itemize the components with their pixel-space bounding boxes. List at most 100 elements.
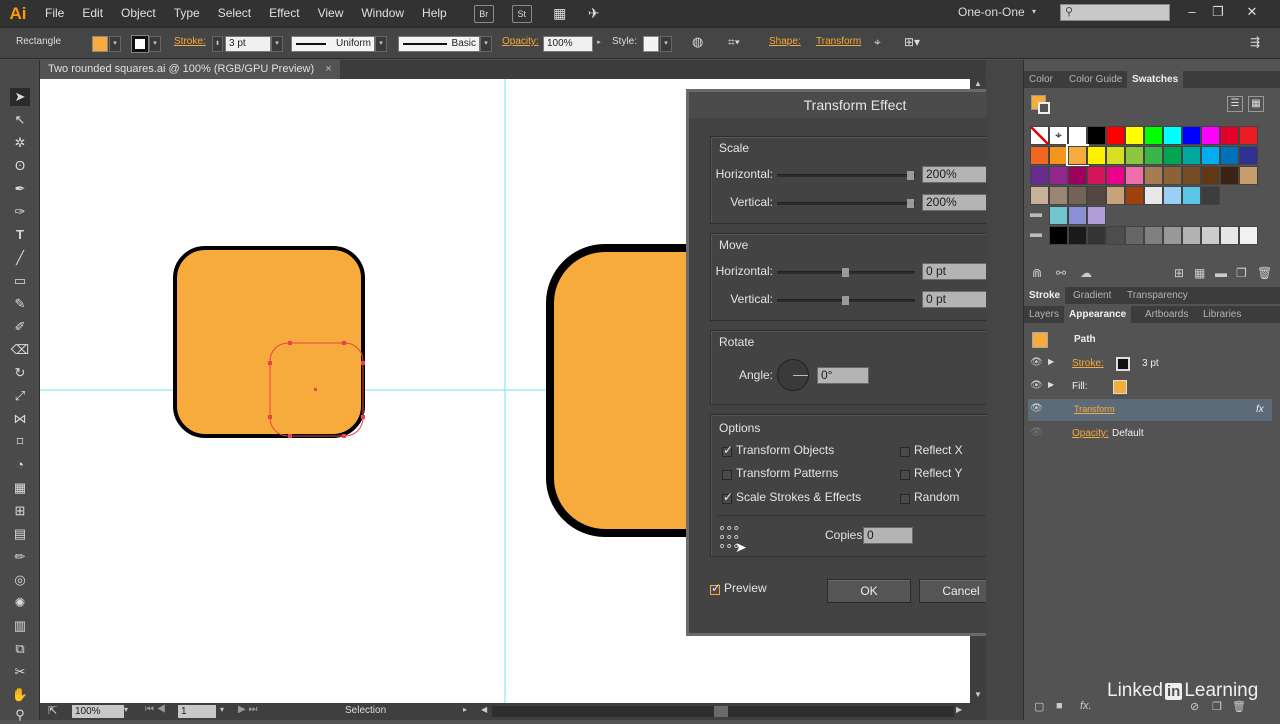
direct-selection-tool-icon[interactable]: ↖ — [10, 111, 30, 129]
eraser-tool-icon[interactable]: ⌫ — [10, 341, 30, 359]
random-checkbox[interactable] — [900, 494, 910, 504]
swatch[interactable] — [1220, 126, 1239, 145]
stroke-stepper[interactable]: ⬍ — [212, 36, 223, 52]
column-graph-tool-icon[interactable]: ▥ — [10, 617, 30, 635]
swatch[interactable] — [1030, 166, 1049, 185]
visibility-eye-icon[interactable]: 👁 — [1030, 380, 1043, 391]
shaper-tool-icon[interactable]: ✐ — [10, 318, 30, 336]
swatch[interactable] — [1144, 186, 1163, 205]
fill-swatch[interactable] — [92, 36, 108, 52]
visibility-eye-icon[interactable]: 👁 — [1030, 357, 1043, 368]
swatch[interactable] — [1163, 226, 1182, 245]
selection-tool-icon[interactable]: ➤ — [10, 88, 30, 106]
swatch[interactable] — [1049, 166, 1068, 185]
swatch-group-folder-icon[interactable]: ▬ — [1030, 226, 1049, 245]
align-grid-icon[interactable]: ⌗▾ — [728, 35, 740, 50]
gpu-performance-icon[interactable]: ✈ — [584, 5, 604, 23]
close-button[interactable]: ✕ — [1240, 2, 1264, 22]
new-color-group-icon[interactable]: ⊞ — [1174, 266, 1184, 280]
swatch[interactable] — [1182, 166, 1201, 185]
swatch[interactable] — [1201, 126, 1220, 145]
stroke-attribute-label[interactable]: Stroke: — [1072, 358, 1104, 369]
menu-view[interactable]: View — [309, 0, 353, 27]
restore-button[interactable]: ❐ — [1206, 2, 1230, 22]
menu-edit[interactable]: Edit — [73, 0, 112, 27]
swatch[interactable] — [1068, 226, 1087, 245]
zoom-field[interactable]: 100% — [72, 705, 124, 718]
mesh-tool-icon[interactable]: ⊞ — [10, 502, 30, 520]
swatch[interactable] — [1106, 146, 1125, 165]
paintbrush-tool-icon[interactable]: ✎ — [10, 295, 30, 313]
swatch[interactable] — [1201, 186, 1220, 205]
swatch-options-icon[interactable]: ☁ — [1080, 266, 1092, 280]
menu-effect[interactable]: Effect — [260, 0, 308, 27]
brush-dropdown[interactable]: ▾ — [480, 36, 492, 52]
list-view-icon[interactable]: ☰ — [1227, 96, 1243, 112]
scroll-left-icon[interactable]: ◀ — [481, 705, 487, 714]
swatch[interactable] — [1125, 126, 1144, 145]
eyedropper-tool-icon[interactable]: ✏ — [10, 548, 30, 566]
swatch[interactable] — [1125, 146, 1144, 165]
move-horizontal-field[interactable]: 0 pt — [922, 263, 992, 280]
visibility-eye-icon[interactable]: 👁 — [1030, 403, 1043, 414]
swatch-grid-icon[interactable]: ▦ — [1194, 266, 1205, 280]
swatch[interactable] — [1087, 226, 1106, 245]
scale-tool-icon[interactable]: ⤢ — [10, 387, 30, 405]
stroke-label[interactable]: Stroke: — [174, 36, 206, 47]
opacity-attribute-label[interactable]: Opacity: — [1072, 428, 1109, 439]
opacity-arrow[interactable]: ▸ — [593, 36, 605, 52]
arrange-documents-icon[interactable]: ▦ — [550, 5, 570, 23]
swatch[interactable] — [1106, 186, 1125, 205]
tab-appearance[interactable]: Appearance — [1064, 306, 1132, 323]
appearance-effect-row[interactable]: 👁 Transform fx — [1028, 399, 1272, 421]
swatch[interactable] — [1201, 226, 1220, 245]
swatch[interactable] — [1144, 126, 1163, 145]
expand-triangle-icon[interactable]: ▶ — [1048, 380, 1054, 389]
chevron-down-icon[interactable]: ▾ — [1032, 7, 1036, 16]
visibility-eye-icon[interactable]: 👁 — [1030, 427, 1043, 438]
angle-dial[interactable] — [777, 359, 809, 391]
new-swatch-icon[interactable]: ❐ — [1236, 266, 1247, 280]
swatch[interactable] — [1087, 206, 1106, 225]
tab-swatches[interactable]: Swatches — [1127, 71, 1184, 88]
close-tab-icon[interactable]: × — [325, 63, 331, 75]
swatch[interactable] — [1239, 166, 1258, 185]
swatch[interactable] — [1239, 146, 1258, 165]
zoom-tool-icon[interactable]: ⚲ — [10, 706, 30, 724]
swatch[interactable] — [1144, 166, 1163, 185]
stroke-color-swatch[interactable] — [1116, 357, 1130, 371]
move-vertical-slider[interactable] — [777, 296, 915, 305]
scale-vertical-field[interactable]: 200% — [922, 194, 992, 211]
delete-swatch-icon[interactable]: 🗑 — [1257, 266, 1272, 280]
arrange-icon[interactable]: ⊞▾ — [904, 35, 920, 49]
new-folder-icon[interactable]: ▬ — [1215, 266, 1227, 280]
swatch[interactable] — [1201, 146, 1220, 165]
swatch[interactable] — [1087, 146, 1106, 165]
workspace-switcher[interactable]: One-on-One — [958, 5, 1025, 19]
scroll-down-icon[interactable]: ▼ — [974, 690, 982, 699]
appearance-stroke-row[interactable]: 👁 ▶ Stroke: 3 pt — [1026, 353, 1272, 375]
menu-select[interactable]: Select — [209, 0, 260, 27]
swatch[interactable] — [1049, 226, 1068, 245]
swatch[interactable] — [1239, 226, 1258, 245]
first-artboard-icon[interactable]: ⏮ ◀ — [145, 704, 166, 715]
perspective-grid-tool-icon[interactable]: ▦ — [10, 479, 30, 497]
swatch[interactable] — [1087, 186, 1106, 205]
fill-color-swatch[interactable] — [1113, 380, 1127, 394]
status-menu-icon[interactable]: ▸ — [463, 705, 467, 714]
swatch[interactable] — [1125, 226, 1144, 245]
swatch[interactable] — [1068, 206, 1087, 225]
none-swatch[interactable] — [1030, 126, 1049, 145]
swatch[interactable] — [1163, 146, 1182, 165]
scale-vertical-slider[interactable] — [777, 199, 915, 208]
swatch[interactable] — [1220, 166, 1239, 185]
style-dropdown[interactable]: ▾ — [660, 36, 672, 52]
swatch[interactable] — [1049, 186, 1068, 205]
swatch[interactable] — [1030, 146, 1049, 165]
artboard-number-field[interactable]: 1 — [178, 705, 216, 718]
transform-effect-link[interactable]: Transform — [1074, 404, 1115, 414]
swatch[interactable] — [1182, 226, 1201, 245]
scale-horizontal-field[interactable]: 200% — [922, 166, 992, 183]
symbol-sprayer-tool-icon[interactable]: ✺ — [10, 594, 30, 612]
scale-strokes-checkbox[interactable] — [722, 490, 733, 504]
